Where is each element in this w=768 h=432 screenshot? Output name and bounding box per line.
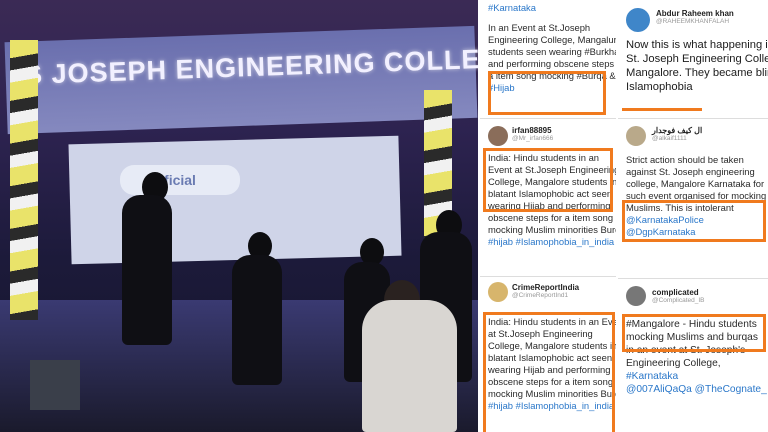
highlight-box: [488, 71, 606, 115]
user-name[interactable]: irfan88895: [512, 126, 616, 135]
tweet-column-1: #Karnataka In an Event at St.Joseph Engi…: [480, 0, 616, 432]
equipment: [30, 360, 80, 410]
tweet-header: ال كيف فوجدار @alkaif1111: [652, 126, 768, 142]
tweet-header: CrimeReportIndia @CrimeReportInd1: [512, 283, 616, 299]
screen-logo: ficial: [120, 165, 240, 195]
user-avatar[interactable]: [626, 286, 646, 306]
balloon-column-left: [10, 40, 38, 320]
tweet-header: complicated @Complicated_IB: [652, 288, 768, 304]
audience-member: [362, 300, 457, 432]
user-avatar[interactable]: [488, 126, 508, 146]
projection-screen: [68, 135, 402, 265]
highlight-box: [483, 312, 615, 432]
tweet-column-2: Abdur Raheem khan @RAHEEMKHANFALAH Now t…: [618, 0, 768, 432]
user-name[interactable]: ال كيف فوجدار: [652, 126, 768, 135]
highlight-box: [622, 314, 766, 352]
user-handle[interactable]: @Complicated_IB: [652, 297, 768, 304]
highlight-box: [622, 200, 766, 242]
highlight-box: [483, 148, 613, 212]
tweet-header: irfan88895 @Mr_irfan666: [512, 126, 616, 142]
tweet-card[interactable]: Now this is what happening in St. Joseph…: [618, 38, 768, 94]
divider: [480, 118, 616, 119]
user-handle[interactable]: @RAHEEMKHANFALAH: [656, 18, 768, 25]
divider: [618, 118, 768, 119]
divider: [618, 278, 768, 279]
tweet-text: Now this is what happening in St. Joseph…: [626, 39, 768, 93]
performer: [232, 255, 282, 385]
user-handle[interactable]: @Mr_irfan666: [512, 135, 616, 142]
user-avatar[interactable]: [626, 126, 646, 146]
user-name[interactable]: complicated: [652, 288, 768, 297]
divider: [480, 276, 616, 277]
user-avatar[interactable]: [626, 8, 650, 32]
highlight-underline: [622, 108, 702, 111]
user-handle[interactable]: @CrimeReportInd1: [512, 292, 616, 299]
user-name[interactable]: CrimeReportIndia: [512, 283, 616, 292]
event-photo: S JOSEPH ENGINEERING COLLEGE ficial: [0, 0, 478, 432]
user-handle[interactable]: @alkaif1111: [652, 135, 768, 142]
performer: [122, 195, 172, 345]
user-avatar[interactable]: [488, 282, 508, 302]
user-name[interactable]: Abdur Raheem khan: [656, 9, 768, 18]
tweet-header: Abdur Raheem khan @RAHEEMKHANFALAH: [656, 9, 768, 25]
